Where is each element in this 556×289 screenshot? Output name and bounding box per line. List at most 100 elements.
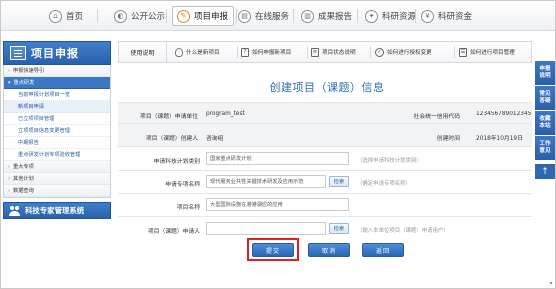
sidebar-subitem-current-plans[interactable]: 当前申报计划项目一览 bbox=[4, 89, 110, 101]
chevron-right-icon: › bbox=[8, 67, 10, 74]
nav-item-online-service[interactable]: ▤ 在线服务 bbox=[238, 6, 289, 26]
help-link-label: 什么是新项目 bbox=[186, 50, 220, 56]
project-name-label: 项目名称 bbox=[176, 205, 200, 211]
nav-item-project-application[interactable]: ✎ 项目申报 bbox=[172, 6, 235, 26]
help-authorization-change[interactable]: ✓ 如何进行授权变更 bbox=[375, 42, 432, 62]
plan-category-select[interactable]: 国家重点研发计划 bbox=[206, 152, 349, 165]
help-how-to-apply[interactable]: ? 如何申报新项目 bbox=[241, 42, 291, 62]
nav-divider bbox=[293, 9, 294, 23]
usage-instructions-label: 使用说明 bbox=[119, 42, 167, 62]
unit-label: 项目（课题）申请单位 bbox=[140, 114, 198, 120]
sidebar-item-other-plans[interactable]: › 其他计划 bbox=[4, 173, 110, 185]
help-what-is-new-project[interactable]: · 什么是新项目 bbox=[175, 42, 220, 62]
sidebar-header: 项目申报 bbox=[3, 41, 111, 65]
sidebar-title: 项目申报 bbox=[31, 47, 79, 60]
nav-item-public-notice[interactable]: ◐ 公开公示 bbox=[114, 6, 165, 26]
float-feedback[interactable]: 工作意见 bbox=[535, 136, 555, 160]
sidebar-item-label: 重大专项 bbox=[13, 164, 34, 170]
back-button[interactable]: 返回 bbox=[362, 243, 404, 257]
sidebar-item-label: 重点研发 bbox=[13, 80, 35, 86]
form-row-project-name: 项目名称 大型国际设施在港港湖应的应用 bbox=[118, 193, 532, 216]
help-project-management[interactable]: ☰ 如何进行项目管理 bbox=[459, 42, 515, 62]
application-form-icon bbox=[10, 46, 26, 60]
arrow-up-icon: ↑ bbox=[541, 166, 549, 177]
nav-divider bbox=[166, 9, 167, 23]
project-name-input[interactable]: 大型国际设施在港港湖应的应用 bbox=[206, 198, 349, 211]
unit-value: program_test bbox=[206, 111, 245, 117]
float-bookmark[interactable]: 收藏本站 bbox=[535, 111, 555, 135]
nav-item-home[interactable]: ⌂ 首页 bbox=[49, 6, 83, 26]
sidebar-item-key-rd[interactable]: ▾ 重点研发 bbox=[4, 77, 110, 89]
expert-system-link[interactable]: 科技专家管理系统 bbox=[3, 202, 111, 219]
sidebar-item-label: 中期报告 bbox=[18, 140, 39, 146]
scroll-down-icon[interactable]: ▾ bbox=[547, 280, 555, 288]
help-link-label: 如何进行项目管理 bbox=[470, 50, 515, 56]
sidebar-subitem-acceptance[interactable]: 重点研发计划专项验收管理 bbox=[4, 149, 110, 161]
nav-label-online-service: 在线服务 bbox=[255, 12, 290, 22]
help-project-status[interactable]: ≡ 项目状态说明 bbox=[311, 42, 356, 62]
sidebar-subitem-midterm-report[interactable]: 中期报告 bbox=[4, 137, 110, 149]
sidebar-item-data-query[interactable]: › 数据查询 bbox=[4, 185, 110, 197]
sidebar-menu: › 申报快速导引 ▾ 重点研发 当前申报计划项目一览 新项目申请 已立项项目管理… bbox=[3, 65, 111, 198]
form-row-program: 申请专项名称 现代服务业共性关键技术研发及应用示范 检索 （确定申请专项名称） bbox=[118, 170, 532, 193]
check-icon: ✓ bbox=[375, 47, 384, 57]
form-row-applicant: 项目（课题）申请人 检索 （输入本单位项目（课题）申请用户） bbox=[118, 216, 532, 240]
nav-divider bbox=[97, 9, 98, 23]
sidebar-subitem-approved-projects[interactable]: 已立项项目管理 bbox=[4, 113, 110, 125]
sidebar-item-label: 立项项目信息变更管理 bbox=[18, 128, 70, 134]
expert-system-label: 科技专家管理系统 bbox=[25, 206, 85, 215]
program-label: 申请专项名称 bbox=[165, 182, 200, 188]
credit-code-value: 123456789012345 bbox=[476, 111, 532, 117]
nav-item-research-resources[interactable]: ✦ 科研资源 bbox=[365, 6, 416, 26]
money-icon: ¥ bbox=[421, 9, 434, 23]
credit-code-label: 社会统一信用代码 bbox=[413, 114, 460, 120]
chevron-right-icon: › bbox=[8, 163, 10, 170]
question-icon: ? bbox=[241, 47, 249, 57]
top-navigation: ⌂ 首页 ◐ 公开公示 ✎ 项目申报 ▤ 在线服务 ▥ 成果报告 ✦ 科研资源 … bbox=[1, 1, 555, 31]
toolbar-divider bbox=[454, 46, 455, 58]
applicant-search-button[interactable]: 检索 bbox=[329, 223, 349, 234]
sidebar-item-label: 数据查询 bbox=[13, 188, 34, 194]
sidebar-subitem-new-project[interactable]: 新项目申请 bbox=[4, 101, 110, 113]
program-search-button[interactable]: 检索 bbox=[329, 176, 349, 187]
report-icon: ▥ bbox=[301, 9, 314, 23]
nav-label-research-resources: 科研资源 bbox=[382, 12, 417, 22]
toolbar-divider bbox=[307, 46, 308, 58]
applicant-input[interactable] bbox=[206, 222, 326, 235]
back-to-top-button[interactable]: ↑ bbox=[535, 164, 555, 179]
submit-button[interactable]: 提交 bbox=[252, 243, 294, 257]
sidebar-item-major-projects[interactable]: › 重大专项 bbox=[4, 161, 110, 173]
sidebar-item-quick-guide[interactable]: › 申报快速导引 bbox=[4, 65, 110, 77]
pencil-icon: ✎ bbox=[177, 9, 190, 23]
nav-divider bbox=[415, 9, 416, 23]
help-toolbar: 使用说明 · 什么是新项目 ? 如何申报新项目 ≡ 项目状态说明 ✓ 如何进行授… bbox=[118, 41, 532, 63]
nav-divider bbox=[357, 9, 358, 23]
sidebar-item-label: 已立项项目管理 bbox=[18, 116, 55, 122]
help-link-label: 如何进行授权变更 bbox=[387, 50, 432, 56]
nav-divider bbox=[236, 9, 237, 23]
created-time-label: 创建时间 bbox=[436, 136, 460, 142]
sidebar-item-label: 其他计划 bbox=[13, 176, 34, 182]
help-link-label: 如何申报新项目 bbox=[252, 50, 292, 56]
creator-label: 项目（课题）创建人 bbox=[145, 136, 198, 142]
float-faq[interactable]: 常见答疑 bbox=[535, 86, 555, 110]
applicant-label: 项目（课题）申请人 bbox=[147, 229, 200, 235]
sidebar-item-label: 重点研发计划专项验收管理 bbox=[18, 152, 81, 158]
nav-item-research-funds[interactable]: ¥ 科研资金 bbox=[421, 6, 472, 26]
nav-label-public-notice: 公开公示 bbox=[131, 12, 166, 22]
toolbar-divider bbox=[370, 46, 371, 58]
created-time-value: 2018年10月19日 bbox=[476, 136, 523, 142]
nav-item-results-report[interactable]: ▥ 成果报告 bbox=[301, 6, 352, 26]
document-icon: ≡ bbox=[311, 47, 319, 57]
program-input[interactable]: 现代服务业共性关键技术研发及应用示范 bbox=[206, 175, 326, 188]
nav-label-home: 首页 bbox=[66, 12, 84, 22]
cancel-button[interactable]: 取消 bbox=[308, 243, 350, 257]
sidebar-item-label: 当前申报计划项目一览 bbox=[18, 92, 70, 98]
floating-sidebar: 申报说明 常见答疑 收藏本站 工作意见 ↑ bbox=[535, 61, 555, 179]
nav-label-project-application: 项目申报 bbox=[194, 12, 229, 22]
form-row-unit: 项目（课题）申请单位 program_test 社会统一信用代码 1234567… bbox=[118, 102, 532, 123]
sidebar-subitem-info-change[interactable]: 立项项目信息变更管理 bbox=[4, 125, 110, 137]
nav-label-results-report: 成果报告 bbox=[318, 12, 353, 22]
float-application-guide[interactable]: 申报说明 bbox=[535, 61, 555, 85]
page-title: 创建项目（课题）信息 bbox=[269, 81, 385, 94]
